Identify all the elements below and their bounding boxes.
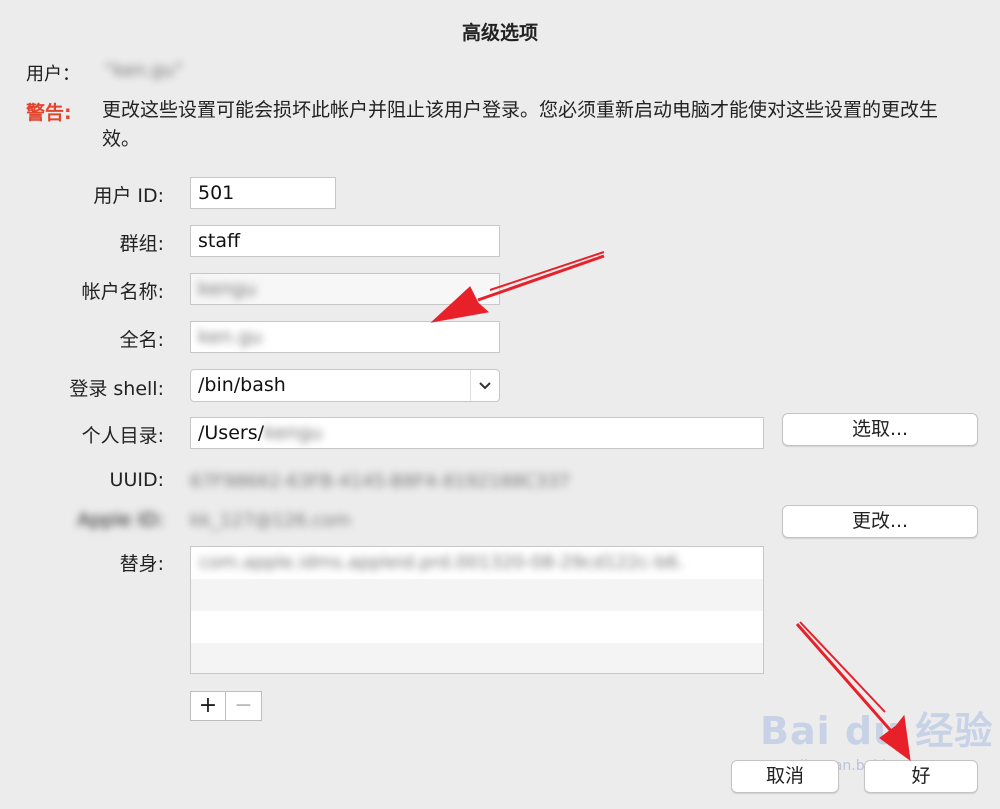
arrow-to-ok-button: [795, 621, 911, 762]
arrow-to-full-name: [430, 251, 605, 323]
annotation-arrows: [430, 251, 911, 762]
